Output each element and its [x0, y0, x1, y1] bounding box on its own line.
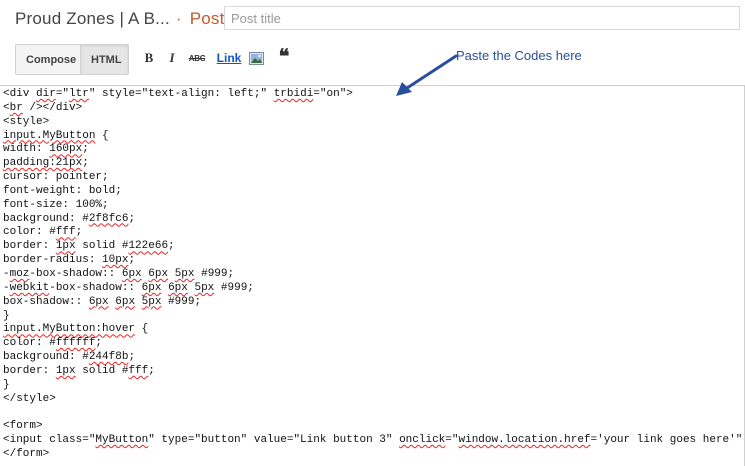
- strikethrough-button[interactable]: ABC: [188, 49, 206, 67]
- code-line: <br /></div>: [3, 101, 83, 114]
- html-code-text[interactable]: <div dir="ltr" style="text-align: left;"…: [3, 88, 745, 462]
- code-line: border: 1px solid #122e66;: [3, 240, 175, 253]
- code-line: cursor: pointer;: [3, 171, 109, 184]
- code-line: background: #2f8fc6;: [3, 212, 136, 225]
- compose-mode-button[interactable]: Compose: [16, 45, 80, 74]
- code-line: font-size: 100%;: [3, 198, 109, 211]
- italic-button[interactable]: I: [166, 49, 178, 67]
- code-line: }: [3, 378, 10, 391]
- code-line: box-shadow:: 6px 6px 5px #999;: [3, 295, 202, 308]
- blog-title[interactable]: Proud Zones | A B... · Post: [15, 9, 225, 29]
- code-line: padding:21px;: [3, 157, 89, 170]
- editor-header: Proud Zones | A B... · Post: [0, 0, 745, 38]
- code-line: border: 1px solid #fff;: [3, 364, 155, 377]
- html-mode-button[interactable]: HTML: [80, 45, 128, 74]
- bold-button[interactable]: B: [143, 49, 155, 67]
- code-line: <form>: [3, 420, 43, 433]
- quote-button[interactable]: ❝: [276, 46, 292, 68]
- code-line: input.MyButton {: [3, 129, 109, 142]
- code-line: <div dir="ltr" style="text-align: left;"…: [3, 88, 353, 100]
- editor-toolbar: Compose HTML B I ABC Link ❝: [0, 40, 745, 86]
- image-icon: [248, 51, 264, 65]
- post-title-input[interactable]: [224, 6, 740, 30]
- code-line: </style>: [3, 392, 56, 405]
- insert-image-button[interactable]: [248, 49, 264, 67]
- post-type-label: Post: [189, 9, 225, 28]
- code-line: font-weight: bold;: [3, 184, 122, 197]
- code-line: <input class="MyButton" type="button" va…: [3, 434, 743, 447]
- code-line: width: 160px;: [3, 143, 89, 156]
- title-separator: ·: [175, 9, 182, 28]
- code-line: </form>: [3, 447, 50, 460]
- code-line: <style>: [3, 115, 50, 128]
- link-button[interactable]: Link: [216, 49, 242, 67]
- code-line: background: #244f8b;: [3, 351, 136, 364]
- code-line: color: #ffffff;: [3, 337, 103, 350]
- code-line: -webkit-box-shadow:: 6px 6px 5px #999;: [3, 281, 254, 294]
- annotation-text: Paste the Codes here: [456, 48, 582, 63]
- code-line: input.MyButton:hover {: [3, 323, 149, 336]
- code-line: border-radius: 10px;: [3, 254, 136, 267]
- code-line: -moz-box-shadow:: 6px 6px 5px #999;: [3, 267, 235, 280]
- code-line: color: #fff;: [3, 226, 83, 239]
- code-line: }: [3, 309, 10, 322]
- blog-title-text[interactable]: Proud Zones | A B...: [15, 9, 170, 28]
- mode-switch: Compose HTML: [15, 44, 129, 75]
- annotation-arrow-icon: [396, 54, 458, 96]
- html-editor[interactable]: <div dir="ltr" style="text-align: left;"…: [0, 85, 745, 466]
